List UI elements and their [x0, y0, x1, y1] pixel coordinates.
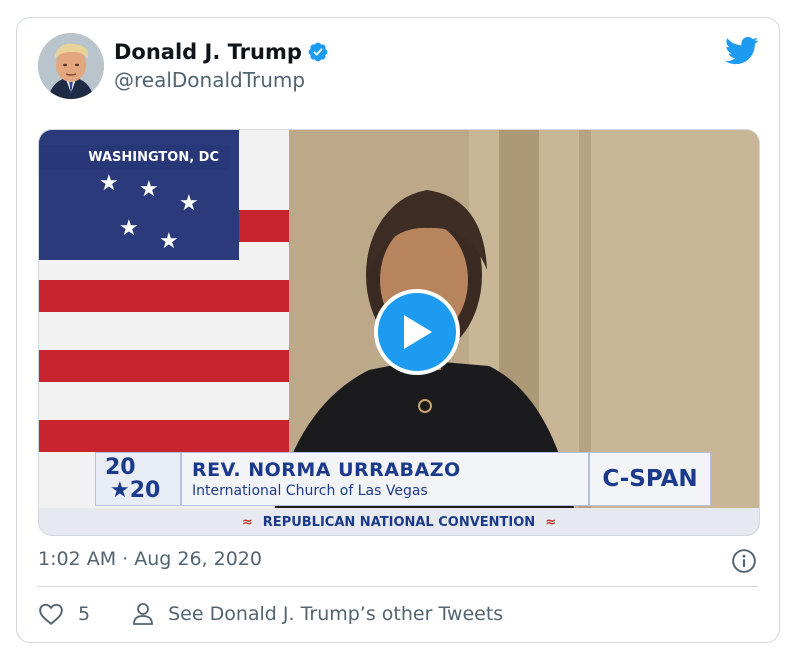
svg-text:★: ★	[179, 191, 199, 216]
logo-line-2: ★20	[110, 478, 161, 503]
video-player[interactable]: ★ ★ ★ ★ ★ WASHINGTON, DC 20 ★20 REV. NOR…	[38, 129, 760, 536]
speaker-affiliation: International Church of Las Vegas	[192, 483, 428, 499]
flag-icon: ≈	[241, 514, 253, 530]
verified-badge-icon	[308, 42, 328, 62]
svg-text:★: ★	[139, 177, 159, 202]
author-handle[interactable]: @realDonaldTrump	[114, 68, 305, 92]
divider	[38, 586, 758, 587]
lower-third-text: REV. NORMA URRABAZO International Church…	[181, 452, 589, 506]
heart-icon	[39, 603, 63, 625]
network-logo: C-SPAN	[589, 452, 711, 506]
svg-text:★: ★	[119, 216, 139, 241]
play-button[interactable]	[374, 289, 460, 375]
info-icon[interactable]	[731, 548, 757, 574]
play-icon	[404, 315, 432, 349]
svg-text:★: ★	[99, 171, 119, 196]
lower-third: 20 ★20 REV. NORMA URRABAZO International…	[95, 452, 725, 506]
other-tweets-link[interactable]: See Donald J. Trump’s other Tweets	[132, 602, 503, 626]
logo-line-1: 20	[105, 455, 136, 480]
convention-banner-label: REPUBLICAN NATIONAL CONVENTION	[262, 514, 536, 530]
like-button[interactable]: 5	[38, 602, 90, 626]
tweet-actions: 5 See Donald J. Trump’s other Tweets	[38, 602, 503, 626]
twitter-bird-icon[interactable]	[725, 36, 759, 66]
author-name[interactable]: Donald J. Trump	[114, 40, 302, 64]
speaker-name: REV. NORMA URRABAZO	[192, 459, 461, 481]
person-icon	[133, 603, 153, 625]
other-tweets-label[interactable]: See Donald J. Trump’s other Tweets	[168, 603, 503, 625]
convention-banner: ≈ REPUBLICAN NATIONAL CONVENTION ≈	[39, 508, 759, 535]
avatar[interactable]	[38, 33, 104, 99]
convention-logo: 20 ★20	[95, 452, 181, 506]
author-name-row[interactable]: Donald J. Trump	[114, 40, 329, 64]
svg-text:★: ★	[159, 229, 179, 254]
flag-icon: ≈	[545, 514, 557, 530]
tweet-timestamp[interactable]: 1:02 AM · Aug 26, 2020	[38, 548, 262, 570]
location-tag: WASHINGTON, DC	[39, 145, 229, 170]
like-count: 5	[78, 603, 91, 625]
tweet-card[interactable]: Donald J. Trump @realDonaldTrump ★ ★ ★ ★…	[16, 17, 780, 643]
